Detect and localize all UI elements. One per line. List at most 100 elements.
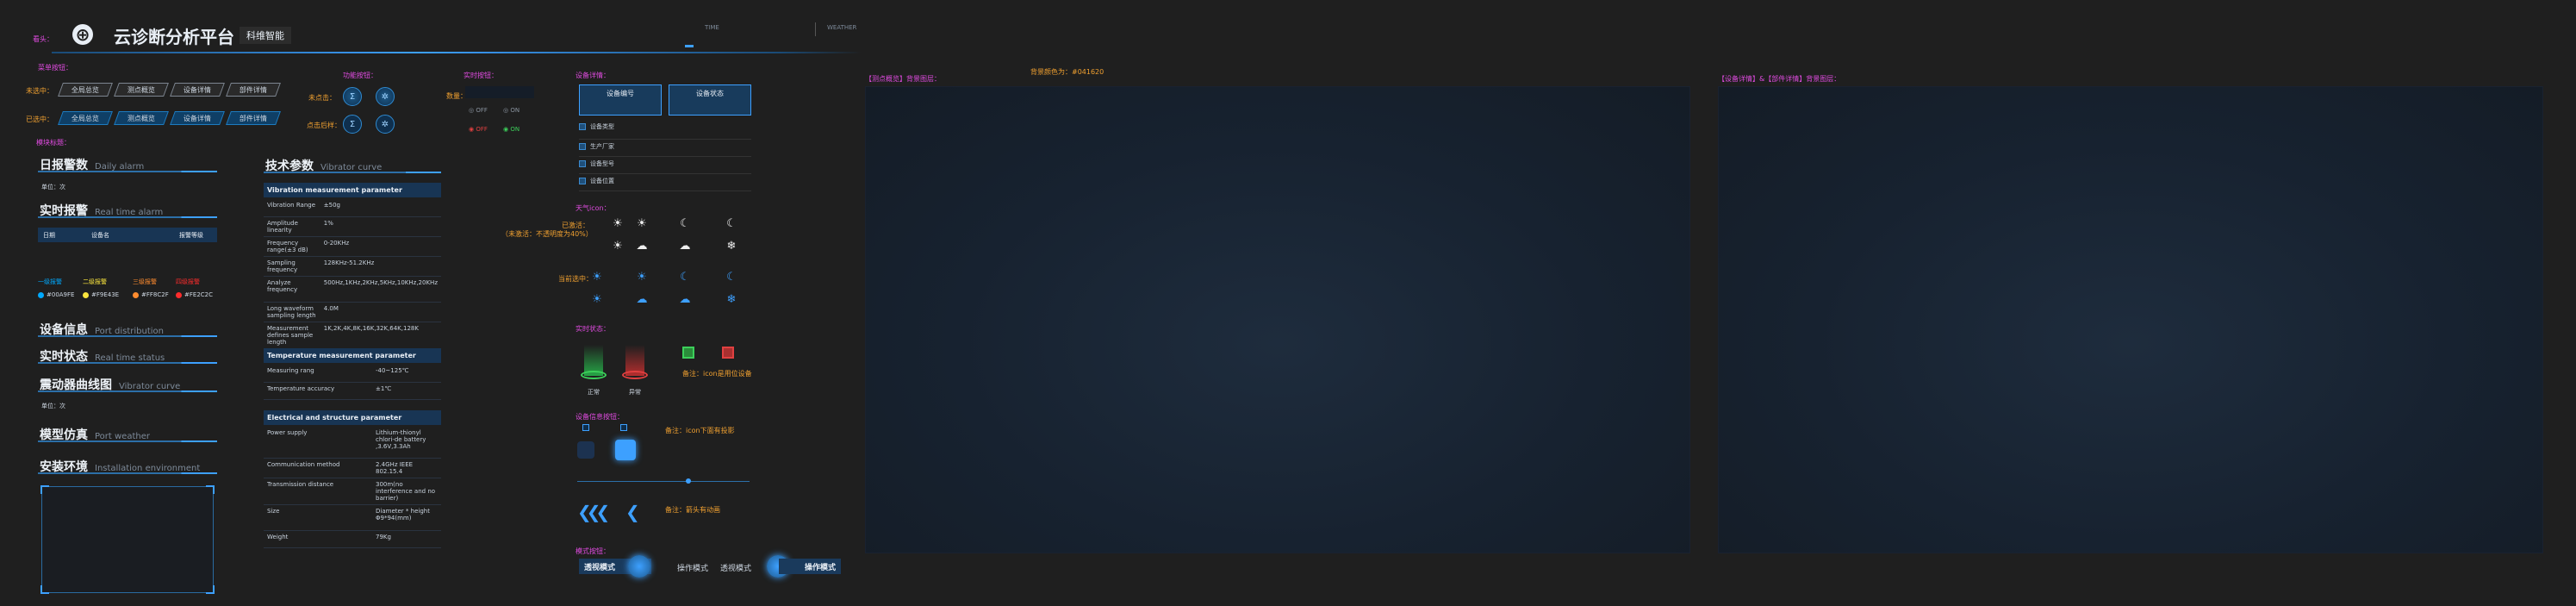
arrow-left-animated-icon: ❮❮❮ [577, 502, 610, 522]
sunny-alt-icon: ☀ [637, 216, 647, 230]
perspective-mode-label[interactable]: 透视模式 [720, 562, 751, 573]
table-row: Measuring rang -40~125℃ [264, 365, 441, 383]
list-item: 生产厂家 [579, 140, 751, 157]
device-info-divider [38, 335, 217, 337]
toggle-note: 备注：icon下面有投影 [665, 427, 735, 434]
abnormal-label: 异常 [629, 389, 641, 396]
slider-thumb[interactable] [686, 478, 691, 484]
header-divider [52, 52, 862, 53]
unit-label-2: 单位：次 [41, 403, 65, 409]
sunny-alt-selected-icon[interactable]: ☀ [634, 269, 650, 284]
table-row: Long waveform sampling length 4.0M [264, 302, 441, 322]
cloudy-selected-icon[interactable]: ☁ [634, 291, 650, 307]
expand-function-button[interactable]: ✲ [376, 87, 395, 106]
device-toggle-on[interactable] [615, 440, 636, 460]
tab-measure-overview-selected[interactable]: 测点概览 [114, 111, 169, 125]
table-row: Analyze frequency 500Hz,1KHz,2KHz,5KHz,10… [264, 276, 441, 303]
table-row: Sampling frequency 128KHz-51.2KHz [264, 256, 441, 277]
night-selected-icon[interactable]: ☾ [677, 269, 693, 284]
tab-part-detail-selected[interactable]: 部件详情 [226, 111, 281, 125]
quantity-field[interactable] [465, 86, 534, 98]
toggle-on-active[interactable]: ◉ ON [503, 126, 520, 133]
sunny-selected-icon[interactable]: ☀ [589, 269, 605, 284]
tab-overview-selected[interactable]: 全局总览 [58, 111, 113, 125]
section-temperature: Temperature measurement parameter [264, 348, 441, 363]
install-env-frame [40, 485, 215, 594]
snow-selected-icon[interactable]: ❄ [724, 291, 739, 307]
nav-section-label: 菜单按钮： [38, 64, 72, 72]
snow-icon: ❄ [726, 239, 737, 253]
level1-dot [38, 291, 44, 298]
device-status-tab[interactable]: 设备状态 [669, 84, 751, 116]
status-icon-note: 备注：icon是用位设备 [682, 370, 752, 378]
arrow-note: 备注：箭头有动画 [665, 506, 720, 514]
level3-dot [133, 291, 139, 298]
tab-device-detail-selected[interactable]: 设备详情 [170, 111, 225, 125]
table-row: Weight 79Kg [264, 530, 441, 548]
nav-selected-label: 已选中： [26, 116, 53, 123]
toggle-off-inactive[interactable]: ◎ OFF [469, 107, 488, 114]
toggle-small-icon [582, 424, 589, 431]
level2-dot [83, 291, 89, 298]
moon-selected-icon[interactable]: ☾ [724, 269, 739, 284]
function-selected-label: 点击后样： [307, 122, 341, 129]
slider-track[interactable] [577, 481, 750, 482]
table-row: Temperature accuracy ±1℃ [264, 382, 441, 400]
weather-label: WEATHER [827, 24, 857, 31]
sun-rain-selected-icon[interactable]: ☀ [589, 291, 605, 307]
quantity-label: 数量： [446, 92, 467, 100]
device-detail-bg-panel [1718, 86, 2543, 553]
abnormal-status-icon[interactable] [722, 347, 734, 359]
list-item: 设备位置 [579, 174, 751, 191]
table-row: Measurement defines sample length 1K,2K,4… [264, 322, 441, 349]
device-number-tab[interactable]: 设备编号 [579, 84, 662, 116]
tab-overview[interactable]: 全局总览 [58, 83, 113, 97]
realtime-status-icon-label: 实时状态： [576, 325, 610, 333]
list-item: 设备型号 [579, 157, 751, 174]
operation-mode-button[interactable]: 操作模式 [779, 559, 841, 574]
toggle-off-active[interactable]: ◉ OFF [469, 126, 488, 133]
tab-part-detail[interactable]: 部件详情 [226, 83, 281, 97]
tech-params-divider [264, 172, 441, 173]
app-title: 云诊断分析平台 [114, 27, 234, 47]
level4-dot [176, 291, 182, 298]
temperature-param-table: Measuring rang -40~125℃ Temperature accur… [264, 365, 441, 400]
abnormal-ring-icon [622, 371, 648, 379]
mode-toggle-knob[interactable] [628, 555, 650, 578]
sum-function-button-active[interactable]: Σ [343, 115, 362, 134]
night-cloud-icon: ☾ [680, 216, 690, 230]
weather-selected-label: 当前选中： [558, 275, 593, 283]
bg-color-label: 背景颜色为：#041620 [1030, 68, 1104, 76]
toggle-on-inactive[interactable]: ◎ ON [503, 107, 520, 114]
arrow-left-icon[interactable]: ❮ [625, 502, 640, 522]
tab-device-detail[interactable]: 设备详情 [170, 83, 225, 97]
moon-icon: ☾ [726, 216, 737, 230]
device-toggle-off[interactable] [577, 441, 594, 459]
list-item: 设备类型 [579, 122, 751, 140]
sum-function-button[interactable]: Σ [343, 87, 362, 106]
vibration-curve-divider [38, 390, 217, 392]
model-sim-divider [38, 440, 217, 442]
electrical-param-table: Power supply Lithium-thionyl chlori-de ba… [264, 427, 441, 548]
vibration-param-table: Vibration Range ±50g Amplitude linearity 1… [264, 199, 441, 349]
realtime-buttons-label: 实时按钮： [464, 72, 498, 79]
realtime-alarm-divider [38, 216, 217, 218]
normal-ring-icon [581, 371, 607, 379]
tab-measure-overview[interactable]: 测点概览 [114, 83, 169, 97]
normal-status-icon[interactable] [682, 347, 694, 359]
header-divider-accent [685, 45, 694, 47]
table-row: Communication method 2.4GHz IEEE 802.15.4 [264, 458, 441, 478]
install-env-divider [38, 472, 217, 474]
weather-inactive-note: （未激活：不透明度为40%） [501, 230, 593, 238]
overcast-selected-icon[interactable]: ☁ [677, 291, 693, 307]
mode-buttons-label: 模式按钮： [576, 547, 610, 555]
table-row: Vibration Range ±50g [264, 199, 441, 217]
table-row: Size Diameter * height Φ9*94(mm) [264, 504, 441, 531]
toggle-small-icon-2 [620, 424, 627, 431]
device-toggle-label: 设备信息按钮： [576, 413, 624, 421]
normal-label: 正常 [588, 389, 600, 396]
operation-mode-label[interactable]: 操作模式 [677, 562, 708, 573]
expand-function-button-active[interactable]: ✲ [376, 115, 395, 134]
nav-unselected-label: 未选中： [26, 87, 53, 95]
panel-right-title: 【设备详情】&【部件详情】背景图层： [1718, 75, 1841, 83]
